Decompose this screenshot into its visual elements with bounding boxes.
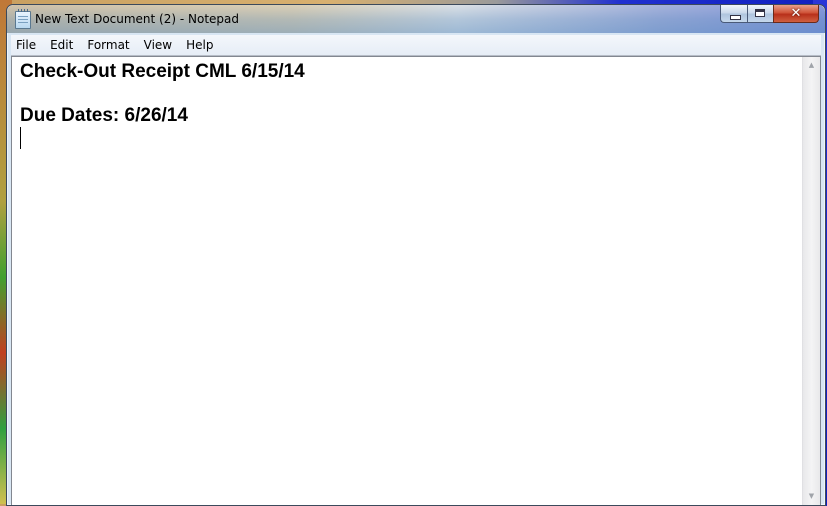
scroll-down-icon[interactable]: ▼ [803, 488, 820, 505]
title-bar[interactable]: New Text Document (2) - Notepad ✕ [7, 5, 825, 33]
notepad-window: New Text Document (2) - Notepad ✕ File E… [6, 4, 826, 506]
text-line: Check-Out Receipt CML 6/15/14 [20, 61, 305, 82]
text-caret [20, 127, 21, 149]
notepad-icon[interactable] [15, 9, 31, 29]
text-line: Due Dates: 6/26/14 [20, 105, 188, 126]
minimize-icon [730, 15, 741, 20]
maximize-button[interactable] [747, 5, 773, 23]
minimize-button[interactable] [720, 5, 747, 23]
text-editor[interactable]: Check-Out Receipt CML 6/15/14 Due Dates:… [11, 56, 821, 505]
maximize-icon [755, 9, 765, 17]
text-line [20, 83, 803, 105]
scroll-up-icon[interactable]: ▲ [803, 57, 820, 74]
menu-file[interactable]: File [11, 35, 43, 55]
vertical-scrollbar[interactable]: ▲ ▼ [802, 57, 820, 505]
menu-format[interactable]: Format [80, 35, 136, 55]
menu-bar: File Edit Format View Help [11, 35, 821, 56]
menu-edit[interactable]: Edit [43, 35, 80, 55]
close-icon: ✕ [790, 6, 802, 21]
text-area[interactable]: Check-Out Receipt CML 6/15/14 Due Dates:… [12, 57, 803, 505]
text-line [20, 127, 803, 149]
close-button[interactable]: ✕ [773, 5, 819, 23]
menu-help[interactable]: Help [179, 35, 220, 55]
caption-buttons: ✕ [720, 5, 819, 23]
window-title: New Text Document (2) - Notepad [35, 12, 240, 26]
menu-view[interactable]: View [137, 35, 179, 55]
